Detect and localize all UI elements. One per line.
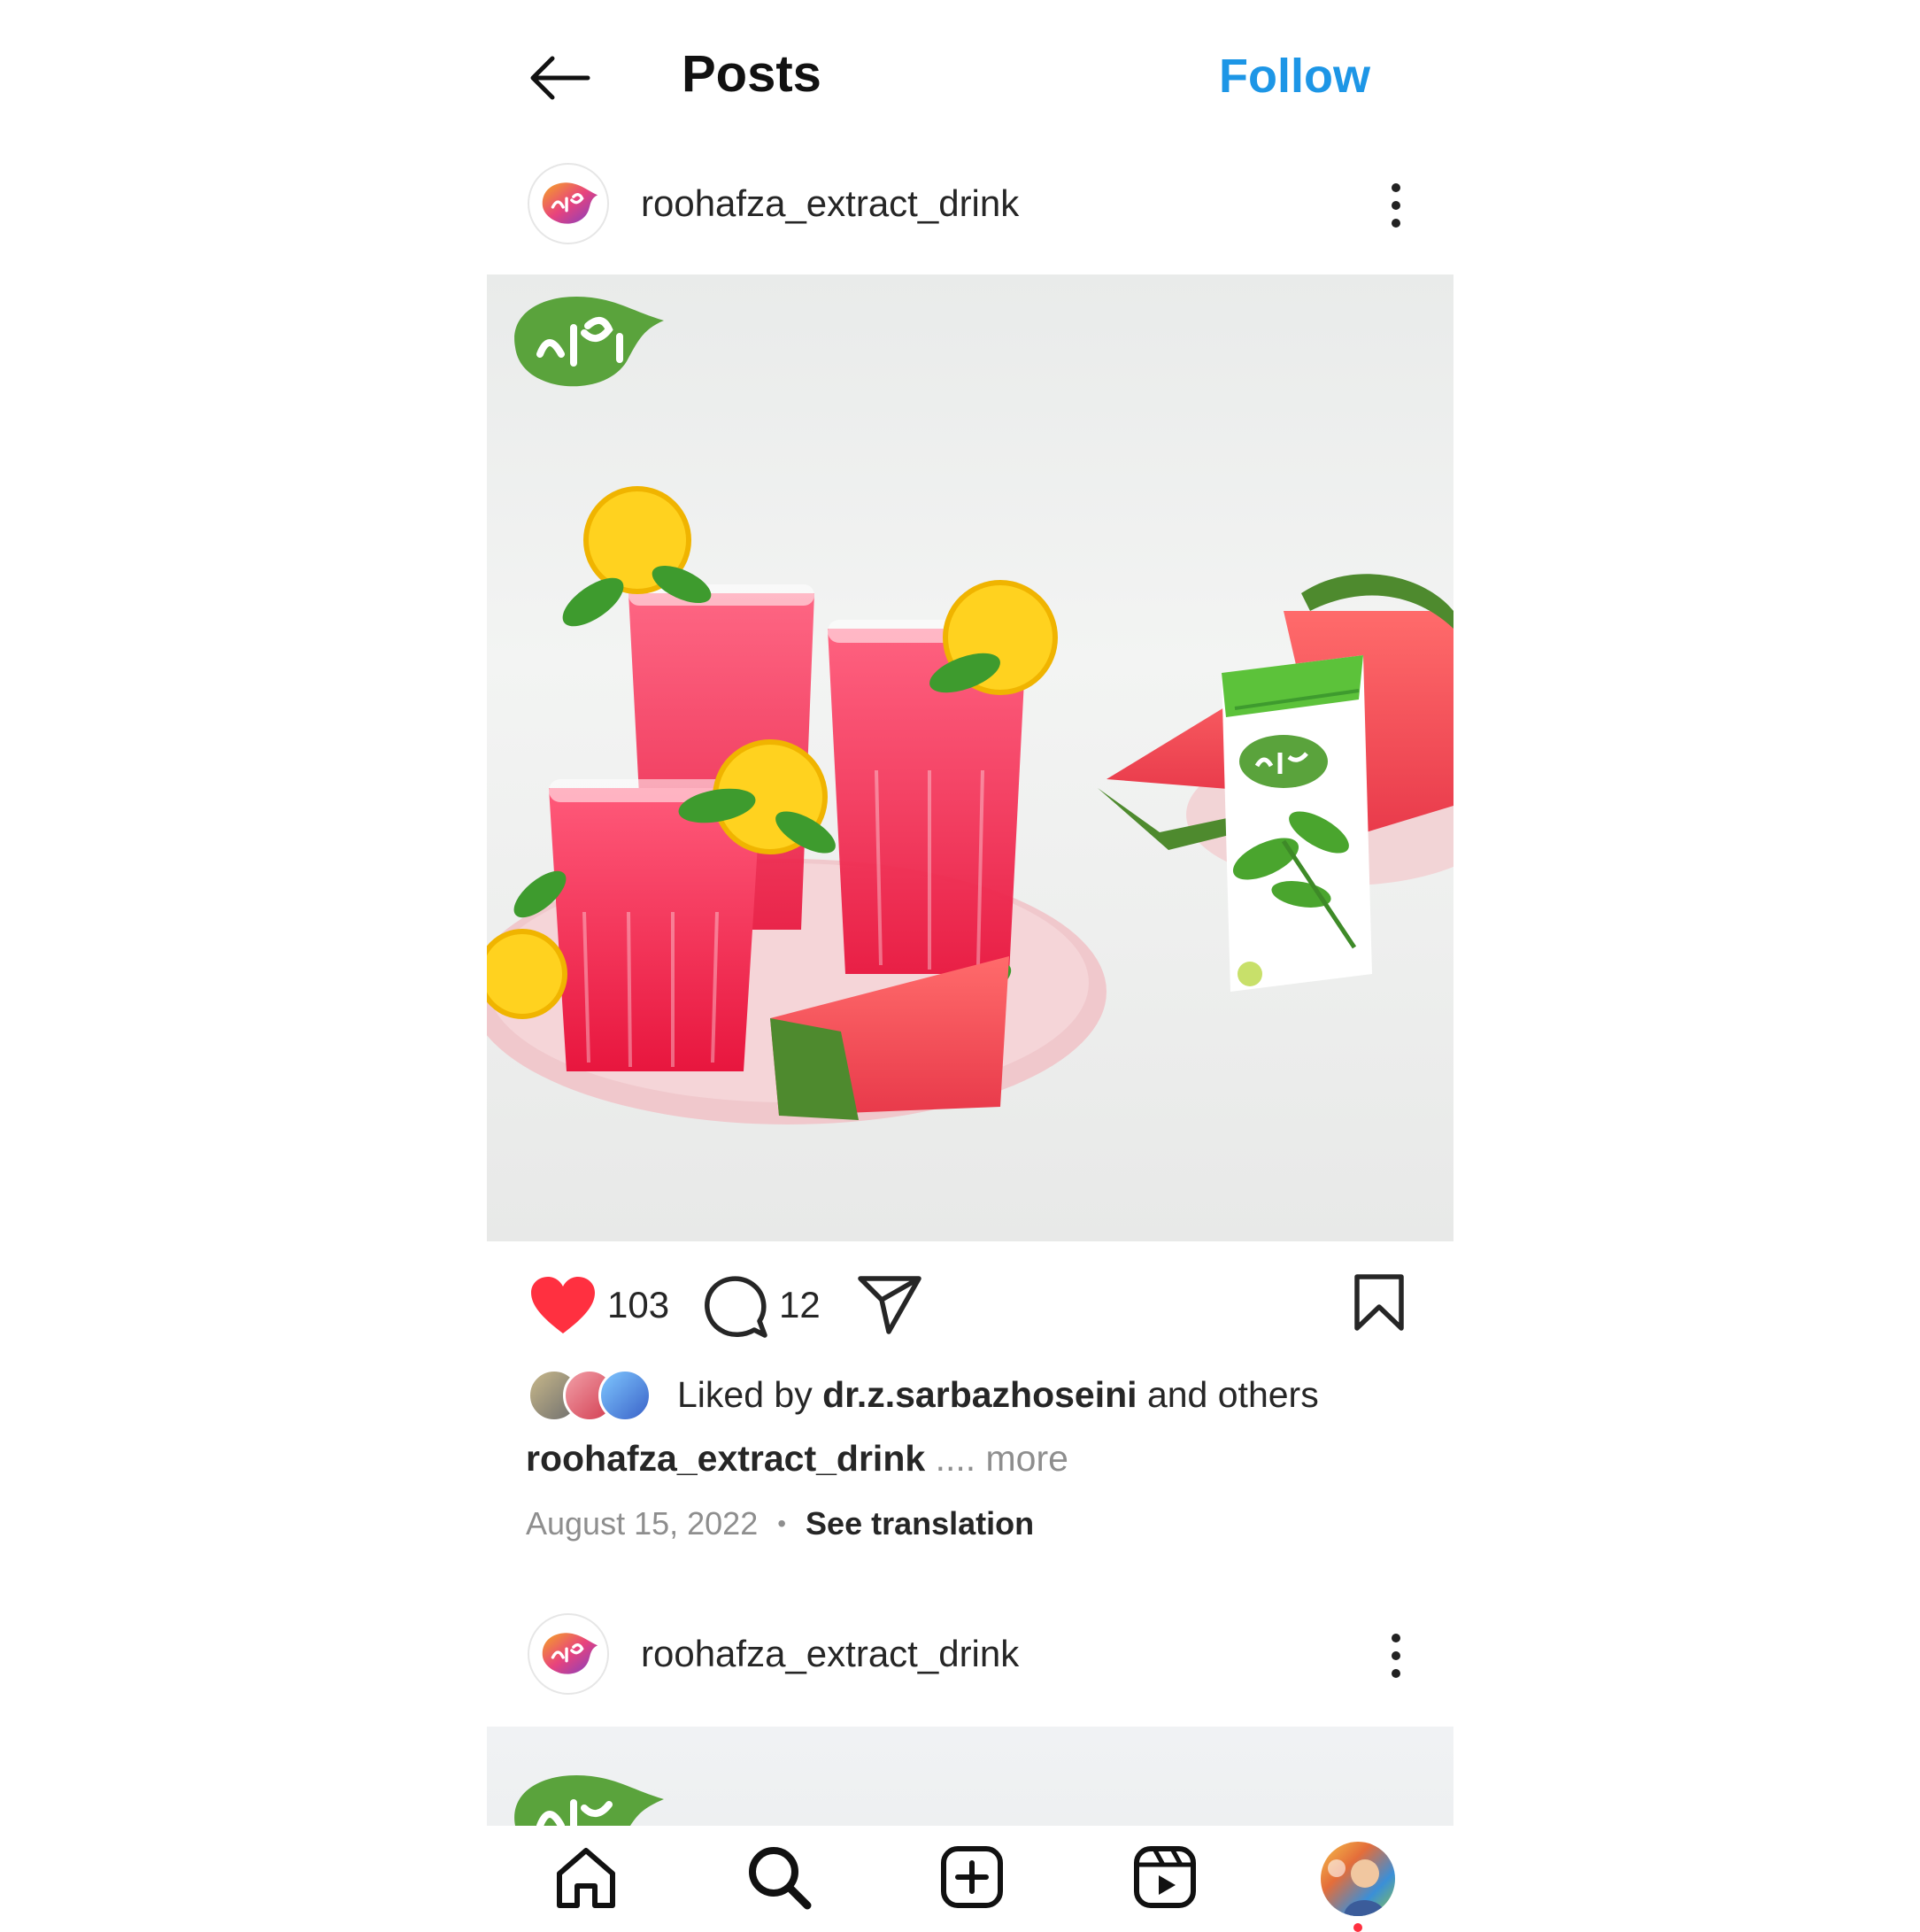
roohafza-logo-icon (542, 1633, 598, 1674)
profile-avatar (1328, 1859, 1386, 1916)
follow-button[interactable]: Follow (1219, 49, 1370, 104)
more-vertical-icon (1392, 1634, 1400, 1678)
comment-button[interactable] (705, 1275, 768, 1339)
post-caption: roohafza_extract_drink .... more (526, 1438, 1068, 1480)
home-icon (557, 1848, 615, 1908)
send-paper-plane-icon (858, 1276, 921, 1334)
post-author-username[interactable]: roohafza_extract_drink (641, 1633, 1019, 1675)
nav-search[interactable] (744, 1842, 814, 1913)
brand-logo-icon (514, 296, 664, 387)
heart-filled-icon (531, 1277, 595, 1333)
back-button[interactable] (528, 51, 591, 104)
nav-home[interactable] (551, 1842, 621, 1913)
save-button[interactable] (1353, 1273, 1405, 1332)
caption-more-link[interactable]: .... more (925, 1438, 1068, 1479)
create-icon (941, 1846, 1003, 1908)
notification-dot (1353, 1923, 1362, 1932)
liked-by-username[interactable]: dr.z.sarbazhoseini (822, 1374, 1137, 1415)
reels-icon (1134, 1846, 1196, 1908)
post-image[interactable] (487, 274, 1453, 1241)
bookmark-icon (1354, 1274, 1404, 1331)
share-button[interactable] (857, 1275, 922, 1335)
see-translation-link[interactable]: See translation (806, 1505, 1034, 1542)
post-meta: August 15, 2022 • See translation (526, 1505, 1034, 1542)
post-image[interactable] (487, 1727, 1453, 1826)
post-options-button[interactable] (1378, 1629, 1414, 1682)
post-author-avatar[interactable] (528, 163, 609, 244)
page-title: Posts (682, 45, 821, 103)
nav-reels[interactable] (1130, 1842, 1200, 1913)
arrow-left-icon (530, 56, 590, 100)
post-author-avatar[interactable] (528, 1613, 609, 1695)
nav-create[interactable] (937, 1842, 1007, 1913)
meta-separator: • (777, 1510, 787, 1537)
caption-username[interactable]: roohafza_extract_drink (526, 1438, 925, 1479)
nav-profile[interactable] (1321, 1842, 1395, 1916)
more-vertical-icon (1392, 183, 1400, 228)
comment-bubble-icon (705, 1276, 767, 1338)
liker-avatar (598, 1369, 652, 1422)
liked-by-suffix: and others (1137, 1374, 1319, 1415)
liked-by-prefix: Liked by (677, 1374, 823, 1415)
liked-by-avatars[interactable] (528, 1369, 660, 1422)
drinks-photo (487, 296, 1453, 1124)
comment-count[interactable]: 12 (779, 1284, 821, 1326)
brand-logo-icon (514, 1774, 664, 1826)
post-options-button[interactable] (1378, 179, 1414, 232)
post-date: August 15, 2022 (526, 1505, 759, 1542)
post-author-username[interactable]: roohafza_extract_drink (641, 182, 1019, 225)
like-count[interactable]: 103 (607, 1284, 669, 1326)
roohafza-logo-icon (542, 182, 598, 224)
search-icon (749, 1847, 812, 1910)
like-button[interactable] (529, 1275, 597, 1335)
liked-by-text[interactable]: Liked by dr.z.sarbazhoseini and others (677, 1374, 1319, 1416)
